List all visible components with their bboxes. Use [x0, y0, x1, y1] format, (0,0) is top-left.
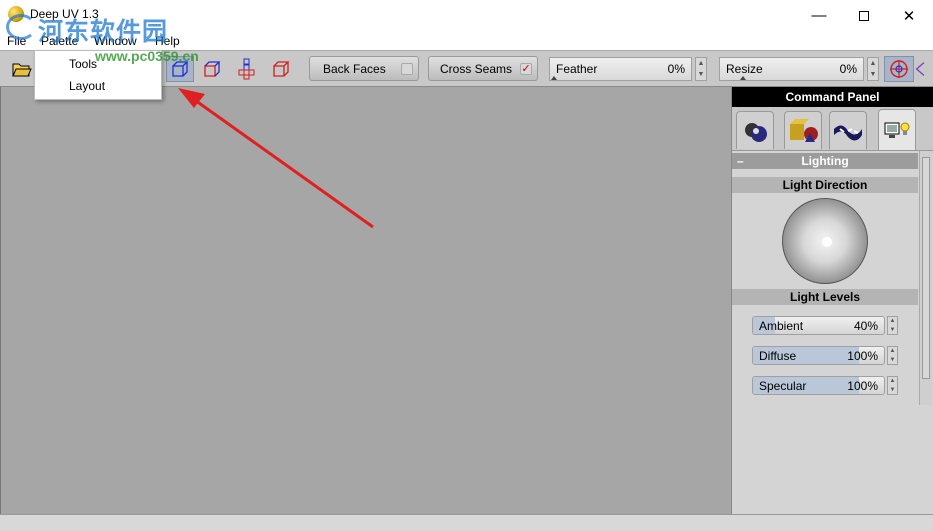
diffuse-spinner[interactable]: ▲ ▼ [887, 346, 898, 365]
maximize-button[interactable] [841, 0, 887, 31]
back-faces-checkbox[interactable] [401, 63, 413, 75]
diffuse-label: Diffuse [759, 348, 797, 363]
specular-label: Specular [759, 378, 807, 393]
spin-up-icon[interactable]: ▲ [698, 60, 705, 67]
menu-item-layout[interactable]: Layout [69, 79, 105, 93]
light-direction-sphere[interactable] [782, 198, 868, 284]
watermark-url: www.pc0359.cn [95, 48, 199, 64]
spin-up-icon[interactable]: ▲ [890, 348, 896, 354]
ambient-level-field[interactable]: Ambient 40% [752, 316, 885, 335]
view-cube-red-button[interactable] [267, 56, 295, 82]
menu-item-tools[interactable]: Tools [69, 57, 97, 71]
checker-uv-icon [834, 124, 862, 141]
spin-up-icon[interactable]: ▲ [870, 60, 877, 67]
minimize-button[interactable]: — [796, 0, 842, 31]
resize-value: 0% [839, 62, 857, 76]
open-file-button[interactable] [8, 56, 36, 82]
tab-objects[interactable] [784, 111, 822, 149]
cube-unfold-icon [238, 58, 255, 80]
spin-up-icon[interactable]: ▲ [890, 378, 896, 384]
light-direction-handle[interactable] [822, 237, 832, 247]
lighting-title: Lighting [801, 154, 849, 168]
tab-display[interactable] [878, 109, 916, 150]
light-levels-header: Light Levels [732, 289, 918, 305]
collapse-icon[interactable]: – [737, 153, 744, 169]
watermark-logo-icon [6, 14, 36, 40]
ambient-spinner[interactable]: ▲ ▼ [887, 316, 898, 335]
watermark-text: 河东软件园 [38, 18, 169, 46]
cube-red-blue-icon [204, 61, 221, 77]
spin-down-icon[interactable]: ▼ [890, 327, 896, 333]
back-faces-toggle[interactable]: Back Faces [309, 56, 419, 81]
objects-icon [790, 118, 818, 142]
lighting-section-header[interactable]: – Lighting [732, 153, 918, 169]
diffuse-value: 100% [847, 348, 878, 363]
spin-down-icon[interactable]: ▼ [890, 387, 896, 393]
command-panel-scrollbar[interactable] [919, 151, 932, 405]
specular-level-field[interactable]: Specular 100% [752, 376, 885, 395]
back-faces-label: Back Faces [323, 61, 386, 76]
view-unfold-button[interactable] [233, 56, 261, 82]
diffuse-level-field[interactable]: Diffuse 100% [752, 346, 885, 365]
specular-value: 100% [847, 378, 878, 393]
command-panel: Command Panel – Lighting Light Direction… [731, 87, 933, 514]
folder-open-icon [12, 63, 32, 77]
specular-spinner[interactable]: ▲ ▼ [887, 376, 898, 395]
tab-materials[interactable] [736, 111, 774, 149]
spin-down-icon[interactable]: ▼ [698, 71, 705, 78]
feather-slider-marker[interactable] [551, 76, 557, 80]
view-box-button[interactable] [198, 56, 226, 82]
spin-up-icon[interactable]: ▲ [890, 318, 896, 324]
close-button[interactable]: ✕ [886, 0, 932, 31]
cross-seams-toggle[interactable]: Cross Seams ✓ [428, 56, 538, 81]
material-spheres-icon [745, 122, 767, 142]
display-light-icon [884, 122, 910, 138]
command-panel-title: Command Panel [732, 87, 933, 107]
ambient-value: 40% [853, 318, 878, 333]
light-direction-header: Light Direction [732, 177, 918, 193]
status-bar [0, 514, 933, 531]
rotate-tool-button[interactable] [913, 56, 933, 82]
spin-down-icon[interactable]: ▼ [870, 71, 877, 78]
command-panel-tabs [732, 107, 933, 151]
spin-down-icon[interactable]: ▼ [890, 357, 896, 363]
rotate-arrows-icon [915, 62, 925, 76]
transform-gizmo-icon [890, 60, 908, 78]
resize-field[interactable]: Resize 0% [719, 57, 864, 81]
transform-tool-button[interactable] [884, 56, 914, 82]
scrollbar-thumb[interactable] [922, 157, 930, 379]
feather-field[interactable]: Feather 0% [549, 57, 692, 81]
feather-value: 0% [667, 62, 685, 76]
feather-label: Feather [556, 62, 598, 76]
cube-red-icon [273, 61, 290, 77]
resize-spinner[interactable]: ▲ ▼ [867, 57, 879, 81]
cross-seams-label: Cross Seams [440, 61, 513, 76]
ambient-label: Ambient [759, 318, 804, 333]
resize-label: Resize [726, 62, 763, 76]
maximize-icon [859, 10, 869, 21]
cross-seams-checkbox[interactable]: ✓ [520, 63, 532, 75]
tab-uv-layout[interactable] [829, 111, 867, 149]
feather-spinner[interactable]: ▲ ▼ [695, 57, 707, 81]
resize-slider-marker[interactable] [740, 76, 746, 80]
uv-canvas[interactable] [0, 87, 731, 514]
